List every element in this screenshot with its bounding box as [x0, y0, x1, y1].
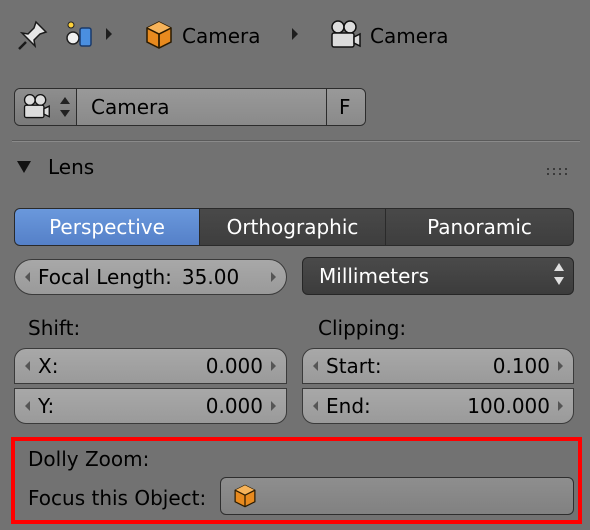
decrement-arrow-icon[interactable]	[313, 361, 318, 371]
dolly-zoom-title: Dolly Zoom:	[28, 447, 150, 471]
shift-y-value: 0.000	[205, 394, 263, 418]
scene-icon	[64, 18, 98, 52]
breadcrumb: Camera Camera	[0, 0, 590, 72]
shift-x-field[interactable]: X: 0.000	[14, 348, 287, 384]
tab-perspective-label: Perspective	[49, 215, 165, 239]
camera-icon	[21, 92, 51, 125]
lens-unit-value: Millimeters	[319, 264, 430, 288]
focal-length-label: Focal Length:	[38, 265, 172, 289]
shift-label: Shift:	[28, 316, 81, 340]
separator	[12, 140, 580, 142]
pin-icon[interactable]	[16, 18, 50, 52]
tab-orthographic[interactable]: Orthographic	[199, 208, 386, 246]
decrement-arrow-icon[interactable]	[25, 272, 30, 282]
fake-user-button[interactable]: F	[327, 89, 365, 125]
updown-arrows-icon	[553, 261, 565, 292]
tab-perspective[interactable]: Perspective	[14, 208, 200, 246]
updown-arrows-icon	[59, 95, 71, 123]
focus-object-label: Focus this Object:	[28, 486, 207, 510]
decrement-arrow-icon[interactable]	[25, 361, 30, 371]
decrement-arrow-icon[interactable]	[25, 401, 30, 411]
fake-user-label: F	[339, 95, 351, 119]
lens-panel-title: Lens	[48, 155, 95, 179]
shift-x-value: 0.000	[205, 354, 263, 378]
lens-unit-dropdown[interactable]: Millimeters	[302, 257, 574, 295]
decrement-arrow-icon[interactable]	[313, 401, 318, 411]
increment-arrow-icon[interactable]	[558, 401, 563, 411]
breadcrumb-camera-label: Camera	[370, 24, 449, 48]
drag-handle-icon[interactable]	[546, 162, 568, 181]
clip-start-field[interactable]: Start: 0.100	[302, 348, 574, 384]
tab-panoramic-label: Panoramic	[427, 215, 532, 239]
datablock-name-text: Camera	[91, 95, 170, 119]
clip-end-field[interactable]: End: 100.000	[302, 388, 574, 424]
shift-y-label: Y:	[38, 394, 55, 418]
increment-arrow-icon[interactable]	[271, 272, 276, 282]
object-cube-icon	[231, 482, 259, 514]
tab-panoramic[interactable]: Panoramic	[385, 208, 574, 246]
shift-x-label: X:	[38, 354, 59, 378]
shift-y-field[interactable]: Y: 0.000	[14, 388, 287, 424]
focus-object-field[interactable]	[220, 477, 574, 515]
clip-end-value: 100.000	[467, 394, 550, 418]
tab-orthographic-label: Orthographic	[226, 215, 359, 239]
increment-arrow-icon[interactable]	[271, 401, 276, 411]
datablock-browse-button[interactable]	[15, 89, 77, 125]
clipping-label: Clipping:	[318, 316, 407, 340]
camera-icon	[328, 18, 362, 52]
breadcrumb-arrow	[292, 28, 298, 40]
breadcrumb-arrow	[106, 28, 112, 40]
increment-arrow-icon[interactable]	[271, 361, 276, 371]
breadcrumb-object-label: Camera	[182, 24, 261, 48]
datablock-name-field[interactable]: Camera	[77, 89, 327, 125]
clip-start-value: 0.100	[492, 354, 550, 378]
focal-length-value: 35.00	[181, 265, 240, 289]
lens-panel-header[interactable]: Lens	[14, 150, 580, 186]
focal-length-field[interactable]: Focal Length: 35.00	[14, 259, 287, 295]
collapse-triangle-icon	[16, 159, 32, 178]
clip-start-label: Start:	[326, 354, 382, 378]
increment-arrow-icon[interactable]	[558, 361, 563, 371]
object-cube-icon	[142, 18, 176, 52]
camera-datablock-selector: Camera F	[14, 88, 366, 126]
clip-end-label: End:	[326, 394, 371, 418]
